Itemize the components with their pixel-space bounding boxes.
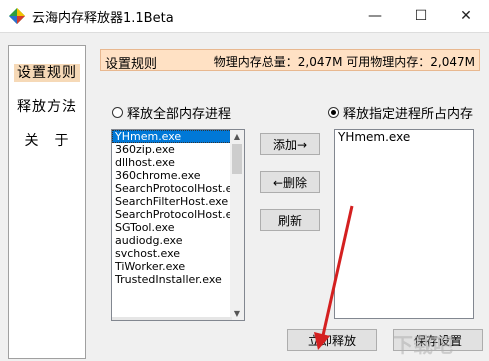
red-arrow-annotation: [314, 205, 354, 350]
